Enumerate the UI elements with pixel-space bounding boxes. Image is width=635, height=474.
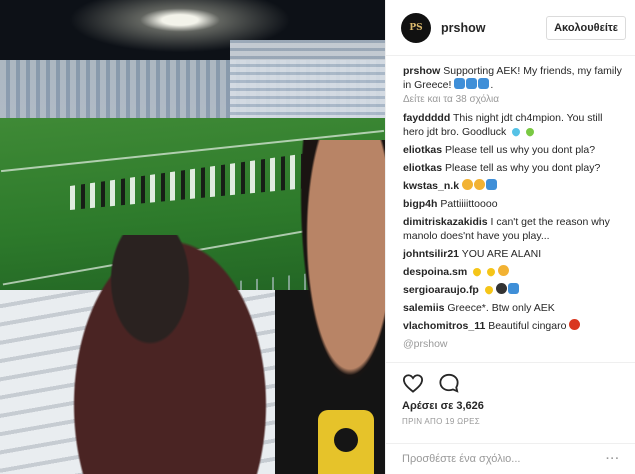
comment-text: Please tell us why you dont pla? [445, 144, 596, 156]
comment-item: eliotkas Please tell us why you dont pla… [403, 143, 624, 157]
comment-username[interactable]: dimitriskazakidis [403, 216, 488, 228]
comment-item: kwstas_n.k [403, 179, 624, 193]
post-header: PS prshow Ακολουθείτε [386, 0, 635, 56]
comment-item: sergioaraujo.fp [403, 283, 624, 297]
comment-item: dimitriskazakidis I can't get the reason… [403, 215, 624, 243]
comment-text: Please tell as why you dont play? [445, 162, 601, 174]
caption: prshow Supporting AEK! My friends, my fa… [403, 65, 622, 91]
view-all-comments-link[interactable]: Δείτε και τα 38 σχόλια [403, 94, 624, 105]
bomb-icon [495, 283, 507, 294]
yellow-heart-icon [483, 284, 495, 296]
caption-username[interactable]: prshow [403, 65, 440, 77]
comment-username[interactable]: johntsilir21 [403, 248, 459, 260]
comment-text: Greece*. Btw only AEK [447, 302, 555, 314]
comment-item: bigp4h Pattiiiittoooo [403, 197, 624, 211]
emoji-icon [498, 265, 510, 276]
ellipsis-icon[interactable]: ··· [606, 453, 620, 465]
comment-username[interactable]: vlachomitros_11 [403, 320, 485, 332]
comment-item-partial: @prshow [403, 338, 448, 350]
likes-count[interactable]: Αρέσει σε 3,626 [402, 400, 620, 412]
green-heart-icon [524, 126, 536, 138]
yellow-heart-icon [485, 266, 497, 278]
post-actions: Αρέσει σε 3,626 ΠΡΙΝ ΑΠΟ 19 ΩΡΕΣ Προσθέσ… [386, 362, 635, 472]
comment-username[interactable]: kwstas_n.k [403, 180, 459, 192]
devil-icon [569, 319, 581, 330]
header-username[interactable]: prshow [441, 21, 546, 35]
comment-icon[interactable] [438, 373, 460, 393]
comment-username[interactable]: bigp4h [403, 198, 437, 210]
emoji-icon [473, 179, 485, 190]
comment-username[interactable]: sergioaraujo.fp [403, 284, 479, 296]
following-button[interactable]: Ακολουθείτε [546, 15, 626, 40]
comment-username[interactable]: despoina.sm [403, 266, 467, 278]
emoji-icon [461, 179, 473, 190]
comment-username[interactable]: salemiis [403, 302, 444, 314]
comment-text: YOU ARE ALANI [461, 248, 542, 260]
aek-badge [318, 410, 374, 474]
comment-item: despoina.sm [403, 265, 624, 279]
post-timestamp: ΠΡΙΝ ΑΠΟ 19 ΩΡΕΣ [402, 417, 480, 426]
spectator-person [70, 235, 270, 474]
emoji-icon [454, 78, 466, 89]
emoji-icon [466, 78, 478, 89]
comment-username[interactable]: eliotkas [403, 162, 442, 174]
comment-text: Beautiful cingaro [488, 320, 567, 332]
add-comment-placeholder[interactable]: Προσθέστε ένα σχόλιο... [402, 453, 520, 465]
stadium-stand-right [230, 40, 385, 120]
comment-item: eliotkas Please tell as why you dont pla… [403, 161, 624, 175]
comment-item: johntsilir21 YOU ARE ALANI [403, 247, 624, 261]
heart-icon[interactable] [402, 373, 424, 393]
comment-item: vlachomitros_11 Beautiful cingaro [403, 319, 624, 333]
emoji-icon [507, 283, 519, 294]
comment-username[interactable]: fayddddd [403, 112, 450, 124]
add-comment-field[interactable]: Προσθέστε ένα σχόλιο... ··· [386, 443, 635, 473]
action-icons [402, 369, 620, 397]
comment-username[interactable]: eliotkas [403, 144, 442, 156]
comment-text: Pattiiiittoooo [440, 198, 498, 210]
post-photo[interactable] [0, 0, 385, 474]
emoji-icon [478, 78, 490, 89]
comment-item: fayddddd This night jdt ch4mpion. You st… [403, 111, 624, 139]
comment-item: salemiis Greece*. Btw only AEK [403, 301, 624, 315]
emoji-icon [485, 179, 497, 190]
post-side-panel: PS prshow Ακολουθείτε prshow Supporting … [385, 0, 635, 474]
blue-heart-icon [510, 126, 522, 138]
yellow-heart-icon [471, 266, 483, 278]
comments-list: prshow Supporting AEK! My friends, my fa… [386, 64, 635, 359]
avatar[interactable]: PS [401, 12, 431, 43]
